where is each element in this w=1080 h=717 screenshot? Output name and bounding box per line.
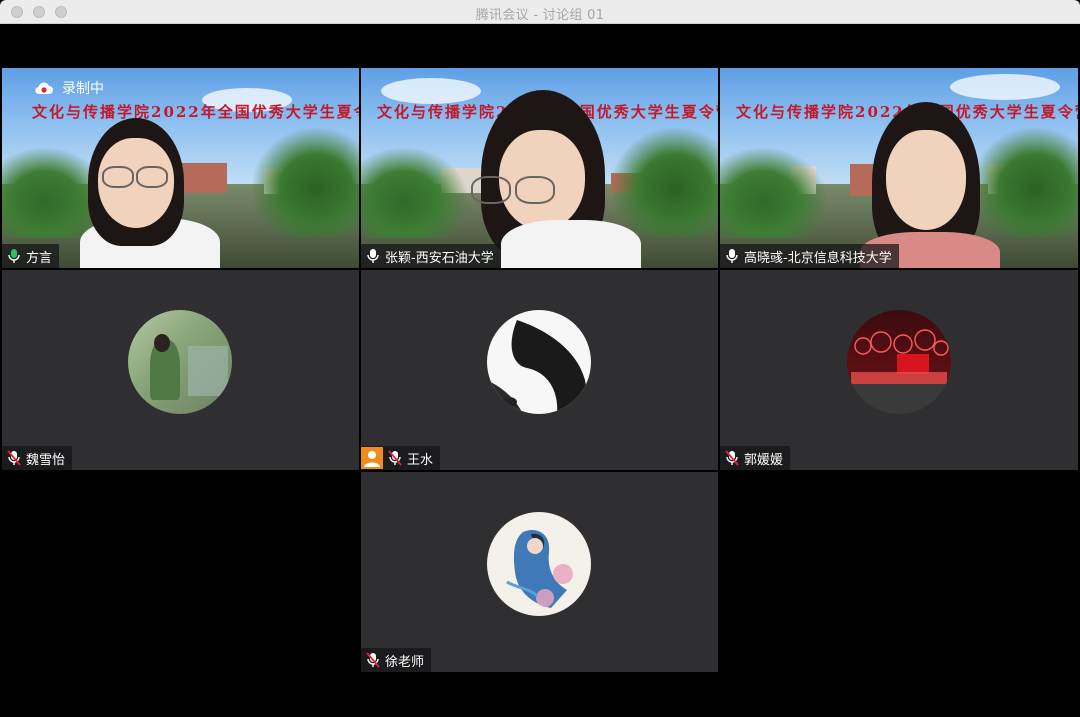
video-feed: 文化与传播学院2022年全国优秀大学生夏令营 — [2, 68, 359, 268]
participant-video — [461, 90, 641, 268]
participant-name: 高晓彧-北京信息科技大学 — [744, 250, 892, 266]
participant-name: 郭媛媛 — [744, 452, 784, 468]
video-tile-guoyuanyuan[interactable]: 郭媛媛 — [720, 270, 1078, 470]
title-bar[interactable]: 腾讯会议 - 讨论组 01 — [0, 0, 1080, 24]
video-tile-gaoxiaoyu[interactable]: 文化与传播学院2022年全国优秀大学生夏令营 高晓彧-北京信息科技大学 — [720, 68, 1078, 268]
microphone-muted-icon — [7, 450, 21, 466]
video-feed: 文化与传播学院2022年全国优秀大学生夏令营 — [361, 68, 718, 268]
participant-name: 方言 — [26, 250, 53, 266]
video-tile-weixueyi[interactable]: 魏雪怡 — [2, 270, 359, 470]
participant-namebar: 郭媛媛 — [720, 446, 791, 470]
window-title: 腾讯会议 - 讨论组 01 — [475, 8, 605, 23]
participant-avatar — [487, 310, 591, 414]
participant-namebar: 张颖-西安石油大学 — [361, 244, 501, 268]
participant-video — [80, 118, 220, 268]
microphone-icon — [725, 248, 739, 264]
participant-name: 王水 — [407, 452, 434, 468]
video-tile-wangshui[interactable]: 王水 — [361, 270, 718, 470]
participant-name: 张颖-西安石油大学 — [385, 250, 494, 266]
recording-indicator: 录制中 — [34, 78, 104, 98]
recording-label: 录制中 — [62, 81, 104, 97]
user-avatar-icon — [361, 447, 383, 469]
microphone-muted-icon — [725, 450, 739, 466]
cloud-record-icon — [34, 81, 54, 95]
participant-name: 魏雪怡 — [26, 452, 66, 468]
participant-avatar — [128, 310, 232, 414]
microphone-muted-icon — [388, 450, 402, 466]
participant-avatar — [847, 310, 951, 414]
video-feed: 文化与传播学院2022年全国优秀大学生夏令营 — [720, 68, 1078, 268]
participant-name: 徐老师 — [385, 654, 425, 670]
participant-namebar: 高晓彧-北京信息科技大学 — [720, 244, 899, 268]
video-tile-xulaoshi[interactable]: 徐老师 — [361, 472, 718, 672]
microphone-muted-icon — [366, 652, 380, 668]
video-tile-fangyan[interactable]: 文化与传播学院2022年全国优秀大学生夏令营 录制中 方言 — [2, 68, 359, 268]
microphone-icon — [366, 248, 380, 264]
participant-namebar: 魏雪怡 — [2, 446, 73, 470]
microphone-icon — [7, 248, 21, 264]
participant-namebar: 方言 — [2, 244, 60, 268]
meeting-window: 腾讯会议 - 讨论组 01 文化与传播学院2022年全国优秀大学生夏令营 录制中… — [0, 0, 1080, 717]
video-tile-zhangying[interactable]: 文化与传播学院2022年全国优秀大学生夏令营 张颖-西安石油大学 — [361, 68, 718, 268]
participant-namebar: 王水 — [361, 446, 441, 470]
participant-avatar — [487, 512, 591, 616]
participant-namebar: 徐老师 — [361, 648, 432, 672]
